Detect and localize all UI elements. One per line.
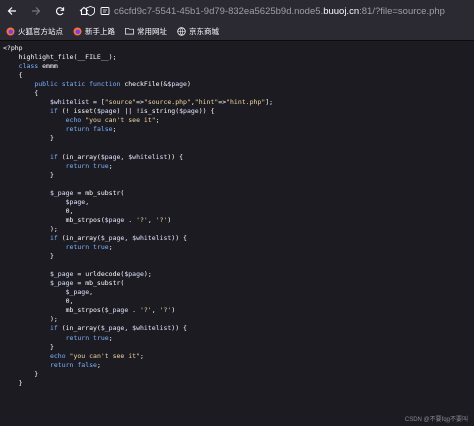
code-line: } (3, 134, 54, 143)
shield-icon (84, 5, 96, 17)
bookmark-label: 常用网址 (137, 26, 167, 36)
code-line: ); (3, 224, 58, 233)
firefox-icon (6, 27, 15, 36)
bookmark-firefox-site[interactable]: 火狐官方站点 (6, 26, 63, 37)
code-line: mb_strpos($_page . '?', '?') (3, 306, 176, 315)
bookmark-label: 火狐官方站点 (18, 26, 63, 36)
code-line: return true; (65, 161, 113, 170)
code-line: highlight_file(__FILE__); (3, 53, 117, 62)
code-line: } (3, 170, 54, 179)
code-line: if (in_array($_page, $whitelist)) { (49, 233, 187, 242)
code-line: } (3, 342, 54, 351)
reload-button[interactable] (52, 3, 68, 19)
back-button[interactable] (4, 3, 20, 19)
code-line: return false; (49, 360, 101, 369)
code-line: ​ (3, 261, 474, 270)
watermark: CSDN @不要fqg不要叫 (404, 417, 468, 423)
bookmark-jd[interactable]: 京东商城 (177, 26, 219, 37)
url-host: buuoj.cn (323, 5, 360, 17)
bookmark-folder-common[interactable]: 常用网址 (125, 26, 167, 37)
code-line: if (! isset($page) || !is_string($page))… (49, 107, 215, 116)
forward-button[interactable] (28, 3, 44, 19)
php-source-code: <?php highlight_file(__FILE__); class em… (0, 41, 474, 388)
bookmark-getting-started[interactable]: 新手上路 (73, 26, 115, 37)
folder-icon (125, 27, 134, 36)
code-line: echo "you can't see it"; (65, 116, 160, 125)
bookmark-label: 新手上路 (85, 26, 115, 36)
url-prefix: c6cfd9c7-5541-45b1-9d79-832ea5625b9d.nod… (114, 5, 324, 17)
code-line: } (3, 378, 23, 387)
firefox-icon (73, 27, 82, 36)
code-line: $_page = mb_substr( (49, 279, 125, 288)
arrow-left-icon (7, 7, 16, 15)
code-line: if (in_array($_page, $whitelist)) { (49, 324, 187, 333)
globe-icon (177, 26, 186, 36)
code-line: ); (3, 315, 58, 324)
code-line: <?php (3, 44, 23, 52)
code-line: 0, (3, 206, 74, 215)
code-line: ​ (3, 144, 474, 153)
page-info-icon[interactable] (99, 5, 111, 17)
code-line: $_page = mb_substr( (49, 188, 125, 197)
code-line: { (3, 71, 23, 80)
arrow-right-icon (32, 7, 41, 15)
address-bar[interactable]: c6cfd9c7-5541-45b1-9d79-832ea5625b9d.nod… (84, 3, 470, 19)
code-line: $page, (65, 197, 90, 206)
code-line: $_page = urldecode($page); (49, 270, 152, 279)
url-suffix: :81/?file=source.php (359, 5, 445, 17)
code-line: 0, (3, 297, 74, 306)
code-line: return true; (65, 333, 113, 342)
page-content: <?php highlight_file(__FILE__); class em… (0, 41, 474, 426)
browser-toolbar: c6cfd9c7-5541-45b1-9d79-832ea5625b9d.nod… (0, 0, 474, 22)
reload-icon (55, 7, 65, 16)
code-line: ​ (3, 180, 474, 189)
code-line: $whitelist = ["source"=>"source.php","hi… (49, 98, 274, 107)
bookmark-label: 京东商城 (189, 26, 219, 36)
code-line: public static function checkFile(&$page) (34, 80, 191, 89)
code-line: class emmm (18, 62, 58, 71)
code-line: mb_strpos($page . '?', '?') (3, 215, 172, 224)
code-line: return false; (65, 125, 117, 134)
bookmarks-bar: 火狐官方站点 新手上路 常用网址 京东商城 (0, 22, 474, 41)
code-line: } (3, 369, 39, 378)
code-line: return true; (65, 243, 113, 252)
code-line: echo "you can't see it"; (49, 351, 144, 360)
code-line: } (3, 252, 54, 261)
code-line: { (3, 89, 39, 98)
code-line: $_page, (65, 288, 94, 297)
code-line: if (in_array($page, $whitelist)) { (49, 152, 184, 161)
